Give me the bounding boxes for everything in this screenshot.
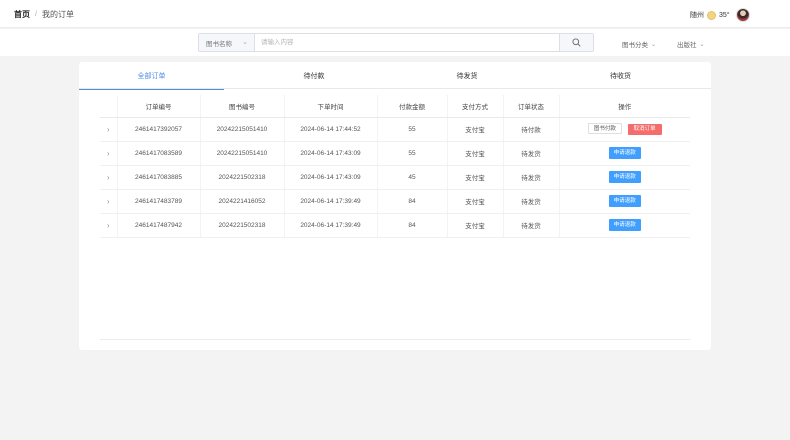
table-row: › 2461417483789 2024221416052 2024-06-14… [100,189,690,214]
row-expand[interactable]: › [100,189,117,214]
order-no-cell: 2461417392057 [116,117,200,142]
header-actions: 操作 [558,95,690,118]
cancel-order-button[interactable]: 取消订单 [627,124,662,135]
order-tabs: 全部订单 待付款 待发货 待收货 [79,62,711,90]
orders-table: 订单编号 图书编号 下单时间 付款金额 支付方式 订单状态 操作 › 24614… [100,95,690,238]
header-order-no: 订单编号 [116,95,200,118]
book-no-cell: 20242215051410 [199,117,284,142]
weather-widget: 随州 35° [690,10,730,20]
amount-cell: 55 [376,117,447,142]
pay-method-cell: 支付宝 [446,189,503,214]
breadcrumb-current: 我的订单 [41,10,74,19]
amount-cell: 55 [376,141,447,166]
header-amount: 付款金额 [376,95,447,118]
header-expand [100,95,117,118]
pay-button[interactable]: 图书付款 [587,123,622,134]
divider [100,339,690,340]
chevron-down-icon: ⌄ [242,39,248,46]
pay-method-cell: 支付宝 [446,117,503,142]
book-no-cell: 2024221502318 [199,213,284,238]
chevron-down-icon: ⌄ [699,41,705,48]
actions-cell: 申请退款 [558,141,690,166]
pay-method-cell: 支付宝 [446,165,503,190]
chevron-right-icon[interactable]: › [107,221,110,230]
order-time-cell: 2024-06-14 17:43:09 [283,165,377,190]
header-pay-method: 支付方式 [446,95,503,118]
actions-cell: 申请退款 [558,213,690,238]
filter-category-label: 图书分类 [622,42,648,49]
order-no-cell: 2461417083589 [116,141,200,166]
header-book-no: 图书编号 [199,95,284,118]
order-no-cell: 2461417083885 [116,165,200,190]
sun-icon [707,10,716,20]
refund-button[interactable]: 申请退款 [608,147,641,159]
amount-cell: 45 [376,165,447,190]
refund-button[interactable]: 申请退款 [608,171,641,183]
header-status: 订单状态 [502,95,559,118]
actions-cell: 申请退款 [558,165,690,190]
refund-button[interactable]: 申请退款 [608,195,641,207]
status-cell: 待发货 [502,189,559,214]
filter-category[interactable]: 图书分类 ⌄ [622,39,657,50]
row-expand[interactable]: › [100,213,117,238]
table-row: › 2461417083885 2024221502318 2024-06-14… [100,165,690,190]
chevron-down-icon: ⌄ [651,41,657,48]
search-input[interactable] [255,34,559,51]
refund-button[interactable]: 申请退款 [608,219,641,231]
amount-cell: 84 [376,189,447,214]
tab-pending-shipment[interactable]: 待发货 [404,62,530,89]
filter-publisher[interactable]: 出版社 ⌄ [677,39,705,50]
chevron-right-icon[interactable]: › [107,197,110,206]
breadcrumb-home[interactable]: 首页 [14,9,30,20]
search-bar: 图书名称 ⌄ 图书分类 ⌄ 出版社 ⌄ [0,29,790,56]
tab-pending-payment[interactable]: 待付款 [224,62,404,89]
actions-cell: 申请退款 [558,189,690,214]
book-no-cell: 20242215051410 [199,141,284,166]
breadcrumb-separator: / [35,11,37,18]
pay-method-cell: 支付宝 [446,213,503,238]
order-time-cell: 2024-06-14 17:39:49 [283,189,377,214]
order-no-cell: 2461417487942 [116,213,200,238]
order-time-cell: 2024-06-14 17:44:52 [283,117,377,142]
filter-publisher-label: 出版社 [677,42,697,49]
book-no-cell: 2024221416052 [199,189,284,214]
order-time-cell: 2024-06-14 17:39:49 [283,213,377,238]
table-row: › 2461417083589 20242215051410 2024-06-1… [100,141,690,166]
table-row: › 2461417487942 2024221502318 2024-06-14… [100,213,690,238]
table-row: › 2461417392057 20242215051410 2024-06-1… [100,117,690,142]
row-expand[interactable]: › [100,117,117,142]
search-category-label: 图书名称 [206,40,232,48]
weather-city: 随州 [690,12,704,19]
orders-panel: 全部订单 待付款 待发货 待收货 订单编号 图书编号 下单时间 付款金额 支付方… [79,62,711,350]
breadcrumb: 首页 / 我的订单 [14,9,74,20]
weather-temp: 35° [719,11,730,19]
tab-pending-receipt[interactable]: 待收货 [530,62,711,89]
header-order-time: 下单时间 [283,95,377,118]
chevron-right-icon[interactable]: › [107,173,110,182]
pay-method-cell: 支付宝 [446,141,503,166]
top-header: 首页 / 我的订单 随州 35° [0,0,790,28]
status-cell: 待发货 [502,165,559,190]
status-cell: 待发货 [502,141,559,166]
search-icon [572,38,581,47]
chevron-right-icon[interactable]: › [107,125,110,134]
status-cell: 待发货 [502,213,559,238]
amount-cell: 84 [376,213,447,238]
search-button[interactable] [559,34,593,51]
chevron-right-icon[interactable]: › [107,149,110,158]
tab-all-orders[interactable]: 全部订单 [79,62,224,90]
book-no-cell: 2024221502318 [199,165,284,190]
row-expand[interactable]: › [100,141,117,166]
search-group: 图书名称 ⌄ [198,33,594,52]
row-expand[interactable]: › [100,165,117,190]
status-cell: 待付款 [502,117,559,142]
user-avatar[interactable] [736,8,750,22]
search-category-select[interactable]: 图书名称 ⌄ [199,34,255,51]
actions-cell: 图书付款 取消订单 [558,117,690,142]
order-no-cell: 2461417483789 [116,189,200,214]
table-header-row: 订单编号 图书编号 下单时间 付款金额 支付方式 订单状态 操作 [100,95,690,118]
order-time-cell: 2024-06-14 17:43:09 [283,141,377,166]
